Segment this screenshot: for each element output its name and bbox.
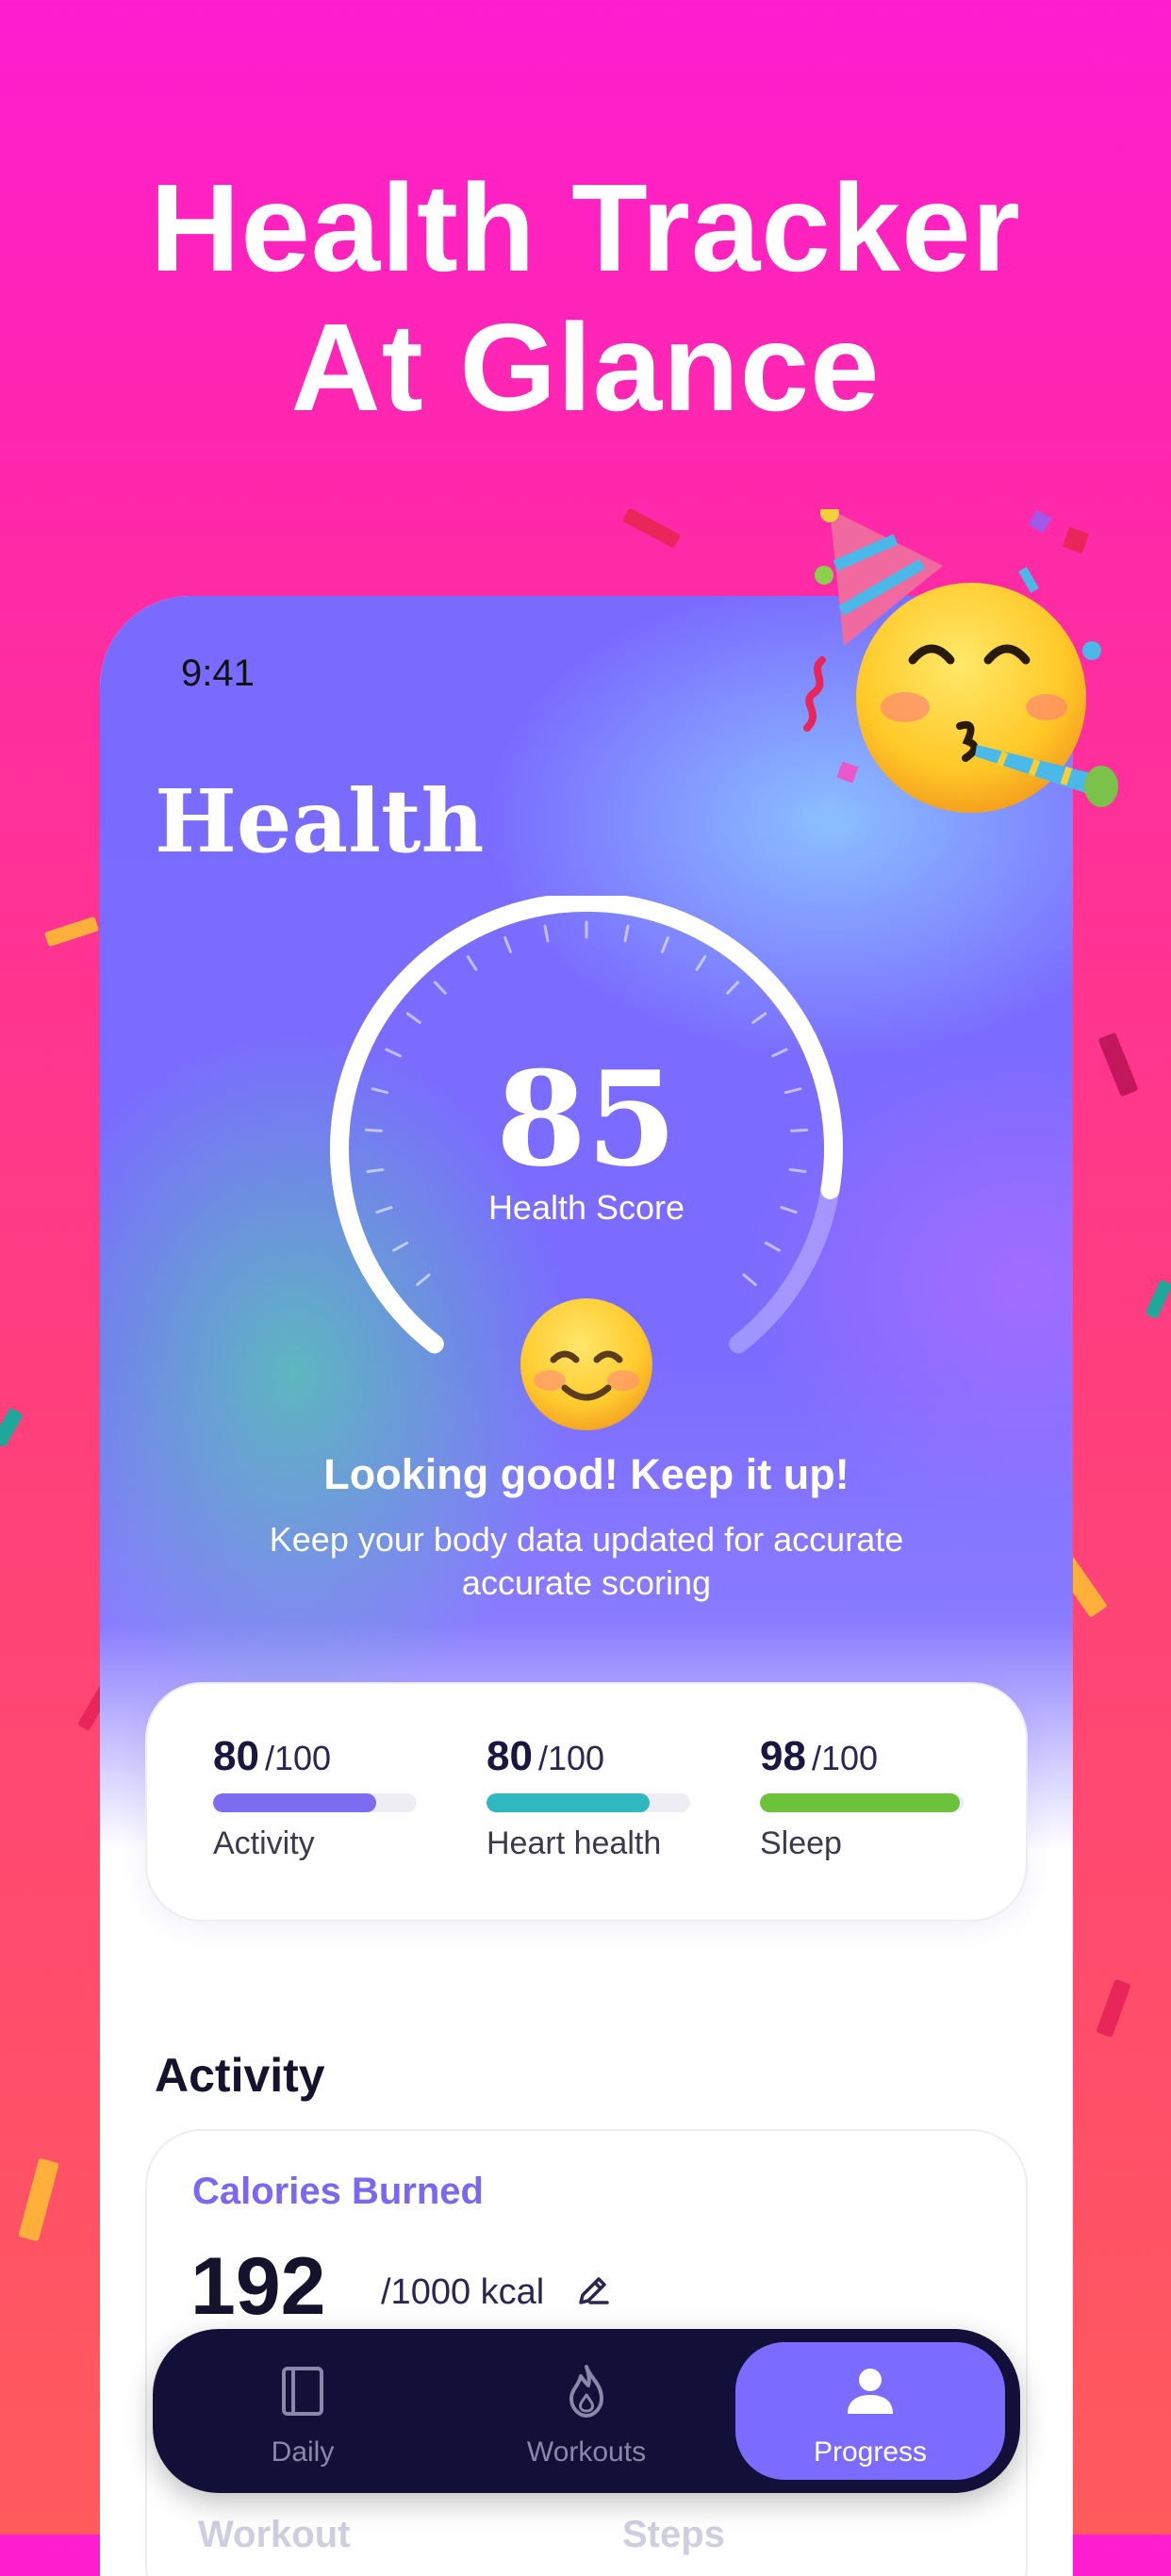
metric-name: Activity [213,1825,315,1861]
score-summary-card[interactable]: 80/100 Activity 80/100 Heart health 98/1… [145,1682,1028,1922]
gauge-tick [695,955,707,971]
metric-value: 80 [487,1733,533,1779]
bottom-tab-bar: Daily Workouts Progress [153,2329,1020,2493]
tab-progress[interactable]: Progress [735,2342,1005,2480]
page-title: Health [155,770,485,872]
gauge-tick [623,924,630,943]
gauge-tick [751,1012,767,1024]
status-bar-time: 9:41 [181,652,255,694]
metric-max: /100 [264,1739,332,1777]
steps-card-label: Steps [622,2514,725,2555]
gauge-tick [726,981,740,995]
workout-card-label: Workout [198,2514,351,2555]
gauge-tick [503,936,513,953]
gauge-tick [660,936,669,953]
metric-name: Heart health [487,1825,662,1861]
metric-progress-fill [760,1793,960,1812]
phone-screen: 9:41 Health 85 Health Score Looking good… [100,596,1073,2576]
headline-line-2: At Glance [290,298,881,437]
confetti-piece [1097,1032,1139,1098]
tab-workouts[interactable]: Workouts [452,2342,721,2480]
book-icon [282,2367,323,2416]
calories-title: Calories Burned [192,2171,484,2212]
metric-progress-bar [213,1793,417,1812]
headline-line-1: Health Tracker [150,158,1021,297]
tab-label: Progress [813,2436,928,2468]
metric-sleep[interactable]: 98/100 Sleep [760,1733,967,1862]
health-score-label: Health Score [487,1188,685,1227]
metric-activity[interactable]: 80/100 Activity [213,1733,421,1862]
metric-max: /100 [811,1739,879,1777]
activity-section-title: Activity [155,2049,325,2102]
confetti-piece [1145,1279,1171,1320]
metric-name: Sleep [760,1825,842,1861]
calories-unit: /1000 kcal [381,2272,545,2312]
gauge-tick [466,955,478,971]
health-score-value: 85 [495,1042,678,1196]
metric-max: /100 [537,1739,605,1777]
pencil-icon[interactable] [573,2271,613,2310]
gauge-tick [764,1241,781,1252]
metric-progress-bar [760,1793,964,1812]
metric-value: 98 [760,1733,806,1779]
confetti-piece [18,2157,59,2242]
confetti-piece [0,1407,24,1448]
confetti-piece [1096,1978,1131,2039]
party-face-emoji-icon [803,509,1118,813]
flame-icon [569,2365,603,2418]
tab-label: Workouts [526,2436,647,2468]
tab-daily[interactable]: Daily [168,2342,437,2480]
person-icon [848,2369,893,2414]
confetti-piece [43,916,100,948]
metric-progress-fill [487,1793,650,1812]
tab-label: Daily [271,2436,335,2468]
gauge-tick [742,1273,757,1286]
gauge-tick [392,1241,409,1252]
gauge-tick [405,1012,421,1024]
gauge-tick [433,981,447,995]
smiling-face-emoji-icon [520,1298,652,1430]
calories-value: 192 [190,2241,326,2332]
confetti-piece [621,507,682,549]
gauge-tick [416,1273,431,1286]
metric-heart-health[interactable]: 80/100 Heart health [487,1733,694,1862]
metric-progress-fill [213,1793,376,1812]
gauge-tick [543,924,550,943]
status-message-body: Keep your body data updated for accurate… [269,1520,904,1602]
status-message-title: Looking good! Keep it up! [323,1450,849,1498]
metric-progress-bar [487,1793,690,1812]
metric-value: 80 [213,1733,259,1779]
